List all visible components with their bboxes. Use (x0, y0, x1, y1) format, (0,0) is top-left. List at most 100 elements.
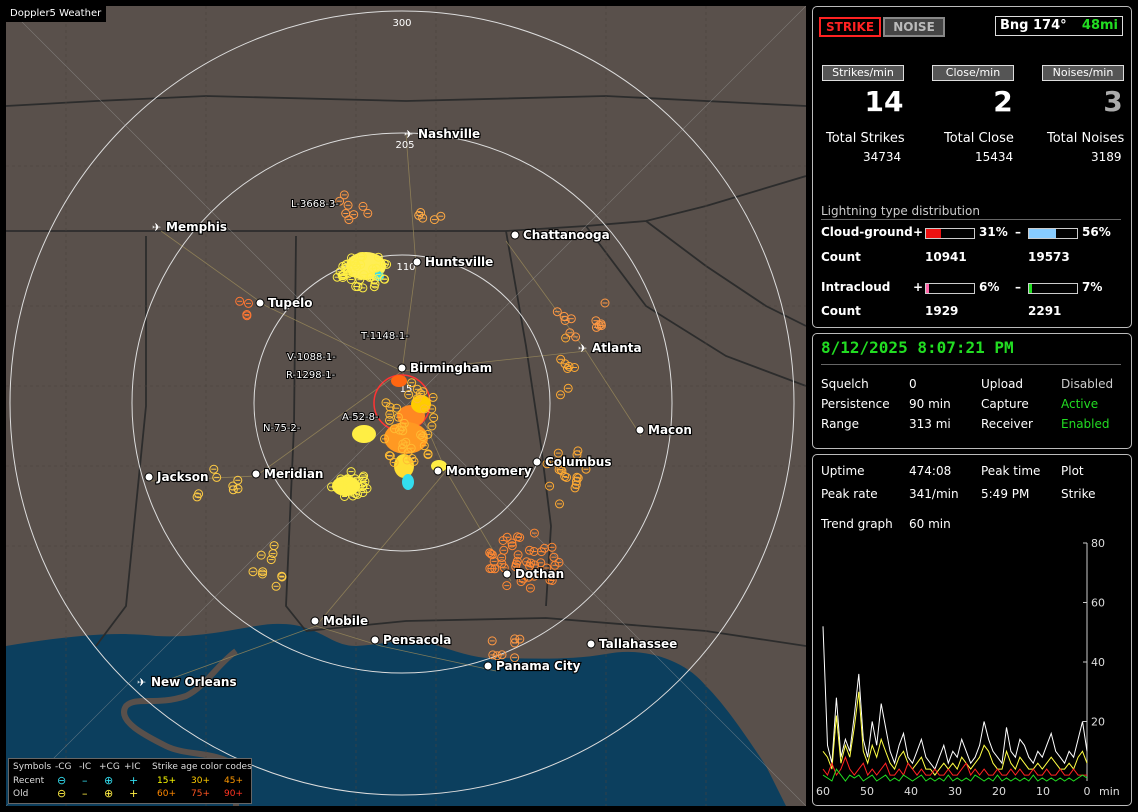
persistence-value: 90 min (909, 397, 951, 411)
city-marker: ✈ Nashville (404, 126, 481, 142)
ic-positive-pct: 6% (979, 280, 1000, 294)
y-tick-label: 20 (1091, 716, 1105, 729)
close-per-min-header[interactable]: Close/min (932, 65, 1014, 81)
storm-tag: N-75-2- (263, 423, 301, 434)
age-code: 30+ (191, 776, 210, 786)
cg-negative-pct: 56% (1082, 225, 1111, 239)
x-tick-label: 10 (1036, 785, 1050, 798)
legend-col-pos-ic: +IC (124, 762, 141, 772)
current-datetime: 8/12/2025 8:07:21 PM (821, 338, 1014, 357)
range-label: Range (821, 417, 860, 431)
strikes-per-min-header[interactable]: Strikes/min (822, 65, 904, 81)
city-dot-icon (144, 472, 154, 482)
city-marker: Montgomery (433, 463, 533, 479)
cg-positive-bar (925, 228, 975, 239)
legend-age-title: Strike age color codes (152, 762, 252, 772)
city-label: Dothan (515, 567, 564, 581)
uptime-label: Uptime (821, 464, 865, 478)
city-label: Mobile (323, 614, 368, 628)
x-tick-label: 30 (948, 785, 962, 798)
neg-ic-recent-icon: – (82, 774, 88, 787)
age-code: 90+ (224, 789, 243, 799)
cg-negative-count: 19573 (1028, 250, 1070, 264)
city-marker: Huntsville (412, 254, 494, 270)
noise-indicator: NOISE (883, 17, 945, 37)
legend-col-neg-ic: -IC (79, 762, 92, 772)
pos-ic-recent-icon: + (129, 774, 139, 787)
ic-negative-fill (1029, 284, 1033, 293)
airport-icon: ✈ (404, 128, 413, 141)
close-per-min-value: 2 (993, 85, 1013, 118)
status-panel: 8/12/2025 8:07:21 PM Squelch 0 Persisten… (812, 333, 1132, 449)
receiver-value: Enabled (1061, 417, 1110, 431)
age-code: 45+ (224, 776, 243, 786)
storm-tag: V-1088-1- (287, 352, 336, 363)
total-strikes-label: Total Strikes (826, 131, 905, 146)
cg-positive-count: 10941 (925, 250, 967, 264)
city-label: Tupelo (268, 296, 313, 310)
city-dot-icon (370, 635, 380, 645)
city-label: Chattanooga (523, 228, 610, 242)
trend-graph-label: Trend graph (821, 517, 893, 531)
x-tick-label: 0 (1084, 785, 1091, 798)
peak-rate-label: Peak rate (821, 487, 878, 501)
neg-ic-old-icon: – (82, 787, 88, 800)
ic-positive-bar (925, 283, 975, 294)
pos-cg-old-icon: ⊕ (104, 787, 114, 800)
ic-plus-sign: + (913, 280, 924, 294)
symbol-legend: Symbols -CG -IC +CG +IC Strike age color… (8, 758, 252, 804)
city-marker: Panama City (483, 658, 582, 674)
city-dot-icon (310, 616, 320, 626)
city-label: Montgomery (446, 464, 532, 478)
city-dot-icon (397, 363, 407, 373)
city-label: Birmingham (410, 361, 492, 375)
cg-negative-bar (1028, 228, 1078, 239)
legend-recent-label: Recent (13, 776, 45, 786)
x-tick-label: 20 (992, 785, 1006, 798)
x-tick-label: 40 (904, 785, 918, 798)
city-marker: Jackson (144, 469, 210, 485)
ic-count-label: Count (821, 304, 861, 318)
city-label: Jackson (156, 470, 209, 484)
lightning-map[interactable]: 300 205 110 15 ✈ Nashville ✈ Memphis Chattan… (6, 6, 806, 806)
ic-negative-count: 2291 (1028, 304, 1062, 318)
total-noises-label: Total Noises (1047, 131, 1125, 146)
distance-value: 48mi (1081, 18, 1118, 33)
squelch-value: 0 (909, 377, 917, 391)
plot-label: Plot (1061, 464, 1084, 478)
ic-negative-pct: 7% (1082, 280, 1103, 294)
cg-positive-fill (926, 229, 941, 238)
upload-value: Disabled (1061, 377, 1114, 391)
x-tick-label: 50 (860, 785, 874, 798)
city-dot-icon (586, 639, 596, 649)
city-marker: Birmingham (397, 360, 493, 376)
age-code: 60+ (157, 789, 176, 799)
neg-cg-old-icon: ⊖ (57, 787, 67, 800)
capture-value: Active (1061, 397, 1099, 411)
receiver-label: Receiver (981, 417, 1033, 431)
city-label: New Orleans (151, 675, 237, 689)
strike-indicator: STRIKE (819, 17, 881, 37)
counters-panel: STRIKE NOISE Bng 174° 48mi Strikes/min C… (812, 6, 1132, 328)
ic-positive-count: 1929 (925, 304, 959, 318)
state-borders (6, 95, 806, 647)
map-title: Doppler5 Weather (6, 6, 107, 22)
city-dot-icon (433, 466, 443, 476)
trend-graph: 80 60 40 20 60 50 40 30 20 10 0 min (816, 537, 1120, 798)
city-marker: ✈ New Orleans (137, 674, 238, 690)
city-dot-icon (251, 469, 261, 479)
city-dot-icon (412, 257, 422, 267)
city-label: Huntsville (425, 255, 493, 269)
x-tick-label: 60 (816, 785, 830, 798)
cg-positive-pct: 31% (979, 225, 1008, 239)
intracloud-label: Intracloud (821, 280, 891, 294)
cloud-ground-label: Cloud-ground (821, 225, 913, 239)
uptime-value: 474:08 (909, 464, 952, 478)
noises-per-min-header[interactable]: Noises/min (1042, 65, 1124, 81)
trend-graph-value: 60 min (909, 517, 951, 531)
plot-value[interactable]: Strike (1061, 487, 1096, 501)
map-canvas[interactable]: 300 205 110 15 ✈ Nashville✈ MemphisChattan… (6, 6, 806, 806)
x-axis-label: min (1099, 785, 1120, 798)
total-close-label: Total Close (944, 131, 1014, 146)
city-marker: Tupelo (255, 295, 314, 311)
